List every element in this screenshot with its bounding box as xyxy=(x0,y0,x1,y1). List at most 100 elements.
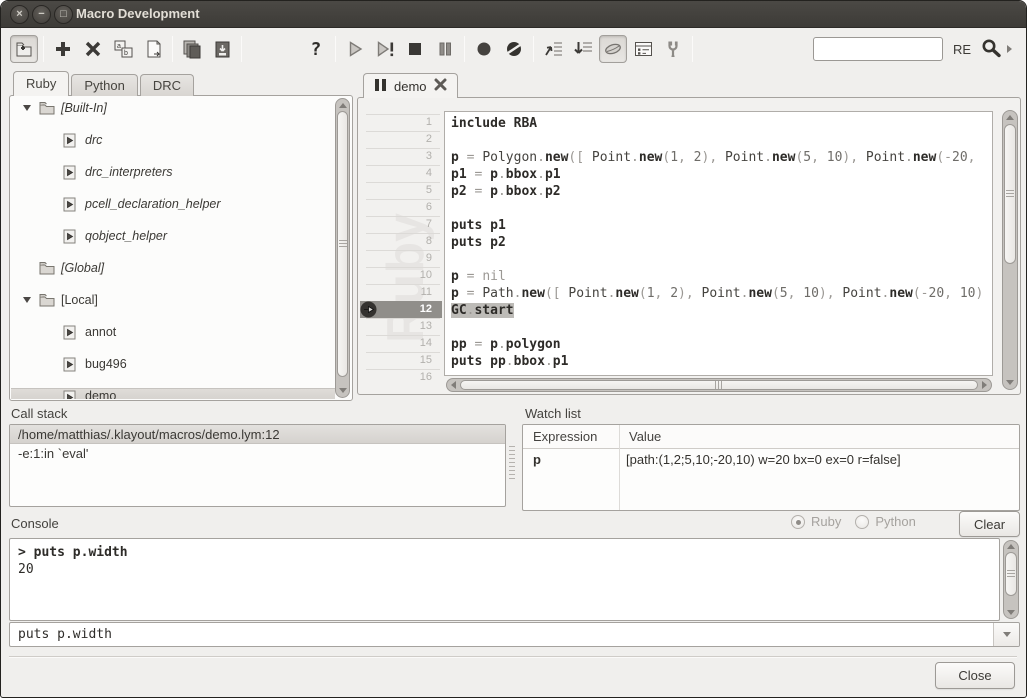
tab-python[interactable]: Python xyxy=(71,74,137,96)
tab-drc[interactable]: DRC xyxy=(140,74,194,96)
step-into-button[interactable] xyxy=(539,35,567,63)
code-line-7[interactable]: puts p1 xyxy=(451,217,992,234)
delete-macro-button[interactable] xyxy=(79,35,107,63)
gutter-line-3[interactable]: 3 xyxy=(360,148,442,165)
watch-list-table[interactable]: Expression Value p[path:(1,2;5,10;-20,10… xyxy=(522,424,1020,511)
pause-button[interactable] xyxy=(431,35,459,63)
properties-button[interactable] xyxy=(629,35,657,63)
window-close-button[interactable]: × xyxy=(10,5,29,24)
edit-mode-button[interactable] xyxy=(599,35,627,63)
gutter-line-5[interactable]: 5 xyxy=(360,182,442,199)
tree-item-bug496[interactable]: bug496 xyxy=(11,356,335,372)
code-line-11[interactable]: p = Path.new([ Point.new(1, 2), Point.ne… xyxy=(451,285,992,302)
console-history-dropdown[interactable] xyxy=(993,623,1019,646)
console-scrollbar[interactable] xyxy=(1003,540,1019,619)
run-button[interactable] xyxy=(341,35,369,63)
tree-item-pcell_declaration_helper[interactable]: pcell_declaration_helper xyxy=(11,196,335,212)
gutter-line-8[interactable]: 8 xyxy=(360,233,442,250)
code-line-14[interactable]: pp = p.polygon xyxy=(451,336,992,353)
search-input[interactable] xyxy=(813,37,943,61)
code-line-5[interactable]: p2 = p.bbox.p2 xyxy=(451,183,992,200)
setup-button[interactable] xyxy=(659,35,687,63)
tree-item-Global[interactable]: [Global] xyxy=(11,260,335,276)
code-line-9[interactable] xyxy=(451,251,992,268)
gutter-line-13[interactable]: 13 xyxy=(360,318,442,335)
watch-row-p[interactable]: p[path:(1,2;5,10;-20,10) w=20 bx=0 ex=0 … xyxy=(523,449,1019,471)
expander-icon[interactable] xyxy=(23,297,31,303)
gutter-line-16[interactable]: 16 xyxy=(360,369,442,386)
editor-vertical-scrollbar[interactable] xyxy=(1002,110,1018,390)
code-line-15[interactable]: puts pp.bbox.p1 xyxy=(451,353,992,370)
watch-value: [path:(1,2;5,10;-20,10) w=20 bx=0 ex=0 r… xyxy=(619,449,901,471)
watch-column-expression[interactable]: Expression xyxy=(523,425,619,448)
gutter-line-4[interactable]: 4 xyxy=(360,165,442,182)
editor-horizontal-scrollbar[interactable] xyxy=(446,378,992,392)
code-line-4[interactable]: p1 = p.bbox.p1 xyxy=(451,166,992,183)
gutter-line-9[interactable]: 9 xyxy=(360,250,442,267)
call-stack-frame-1[interactable]: -e:1:in `eval' xyxy=(10,444,505,463)
breakpoint-button[interactable] xyxy=(470,35,498,63)
toolbar-overflow-arrow[interactable] xyxy=(1007,45,1012,53)
call-stack-list[interactable]: /home/matthias/.klayout/macros/demo.lym:… xyxy=(9,424,506,507)
stop-button[interactable] xyxy=(401,35,429,63)
save-all-macros-button[interactable] xyxy=(178,35,206,63)
tab-ruby[interactable]: Ruby xyxy=(13,71,69,96)
gutter-line-10[interactable]: 10 xyxy=(360,267,442,284)
pause-icon xyxy=(434,38,456,60)
gutter-line-15[interactable]: 15 xyxy=(360,352,442,369)
code-line-13[interactable] xyxy=(451,319,992,336)
radio-ruby[interactable] xyxy=(791,515,805,529)
regexp-toggle[interactable]: RE xyxy=(953,42,971,57)
gutter-line-14[interactable]: 14 xyxy=(360,335,442,352)
new-folder-button[interactable] xyxy=(10,35,38,63)
panel-splitter[interactable] xyxy=(509,446,515,480)
radio-label-python: Python xyxy=(875,514,915,529)
tree-item-drc_interpreters[interactable]: drc_interpreters xyxy=(11,164,335,180)
gutter-line-6[interactable]: 6 xyxy=(360,199,442,216)
tree-item-Built-In[interactable]: [Built-In] xyxy=(11,100,335,116)
console-input[interactable] xyxy=(10,623,993,646)
clear-button[interactable]: Clear xyxy=(959,511,1020,537)
gutter-line-12[interactable]: 12 xyxy=(360,301,442,318)
call-stack-frame-0[interactable]: /home/matthias/.klayout/macros/demo.lym:… xyxy=(10,425,505,444)
editor-tab-demo[interactable]: demo xyxy=(363,73,458,98)
current-line-highlight: GC.start xyxy=(451,303,514,318)
radio-python[interactable] xyxy=(855,515,869,529)
save-macro-button[interactable] xyxy=(208,35,236,63)
run-from-current-button[interactable] xyxy=(371,35,399,63)
watch-list-header[interactable]: Expression Value xyxy=(523,425,1019,449)
gutter-line-1[interactable]: 1 xyxy=(360,114,442,131)
code-editor[interactable]: include RBA p = Polygon.new([ Point.new(… xyxy=(444,111,993,376)
code-line-10[interactable]: p = nil xyxy=(451,268,992,285)
code-line-8[interactable]: puts p2 xyxy=(451,234,992,251)
code-line-3[interactable]: p = Polygon.new([ Point.new(1, 2), Point… xyxy=(451,149,992,166)
step-over-button[interactable] xyxy=(569,35,597,63)
tree-vertical-scrollbar[interactable] xyxy=(335,98,350,398)
code-line-6[interactable] xyxy=(451,200,992,217)
code-line-2[interactable] xyxy=(451,132,992,149)
gutter-line-7[interactable]: 7 xyxy=(360,216,442,233)
search-icon[interactable] xyxy=(979,36,1003,63)
titlebar[interactable]: × − □ Macro Development xyxy=(1,1,1026,28)
rename-macro-button[interactable]: ab xyxy=(109,35,137,63)
tree-item-Local[interactable]: [Local] xyxy=(11,292,335,308)
watch-column-value[interactable]: Value xyxy=(619,425,661,448)
expander-icon[interactable] xyxy=(23,105,31,111)
gutter-line-11[interactable]: 11 xyxy=(360,284,442,301)
gutter-line-2[interactable]: 2 xyxy=(360,131,442,148)
tree-item-demo[interactable]: demo xyxy=(11,388,335,399)
tree-item-qobject_helper[interactable]: qobject_helper xyxy=(11,228,335,244)
window-maximize-button[interactable]: □ xyxy=(54,5,73,24)
new-macro-document-button[interactable] xyxy=(139,35,167,63)
tree-item-drc[interactable]: drc xyxy=(11,132,335,148)
code-line-12[interactable]: GC.start xyxy=(451,302,992,319)
tree-item-annot[interactable]: annot xyxy=(11,324,335,340)
close-button[interactable]: Close xyxy=(935,662,1015,689)
window-minimize-button[interactable]: − xyxy=(32,5,51,24)
help-button[interactable]: ? xyxy=(302,35,330,63)
close-tab-icon[interactable] xyxy=(434,78,447,94)
console-output[interactable]: > puts p.width20 xyxy=(9,538,1000,621)
add-macro-button[interactable] xyxy=(49,35,77,63)
clear-breakpoints-button[interactable] xyxy=(500,35,528,63)
code-line-1[interactable]: include RBA xyxy=(451,115,992,132)
